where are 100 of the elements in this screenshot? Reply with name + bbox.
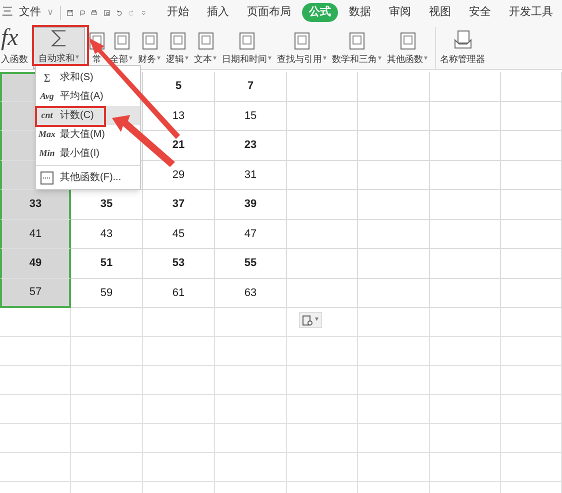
table-cell	[0, 366, 71, 395]
function-book-icon	[239, 32, 255, 50]
function-book-icon	[198, 32, 214, 50]
table-cell: 43	[71, 220, 143, 249]
menu-item[interactable]: 其他函数(F)...	[36, 168, 140, 187]
table-cell: 57	[0, 278, 71, 308]
table-cell	[501, 160, 562, 190]
menu-item[interactable]: ∑ 求和(S)	[36, 68, 140, 87]
table-cell	[430, 190, 501, 220]
table-cell	[358, 249, 430, 278]
function-book-icon	[142, 32, 158, 50]
menu-tab[interactable]: 数据	[342, 3, 378, 22]
menu-glyph[interactable]: 三	[2, 4, 13, 21]
table-cell	[358, 308, 430, 337]
table-cell: 47	[215, 220, 287, 249]
table-cell	[501, 453, 562, 482]
table-cell: 51	[71, 249, 143, 278]
function-book-icon	[170, 32, 186, 50]
table-cell	[215, 453, 287, 482]
table-cell	[430, 72, 501, 102]
table-cell	[287, 278, 358, 308]
table-cell: 63	[215, 278, 287, 308]
table-cell	[358, 278, 430, 308]
table-cell	[0, 337, 71, 366]
table-cell	[71, 424, 143, 453]
table-cell	[430, 220, 501, 249]
menu-item[interactable]: Avg 平均值(A)	[36, 87, 140, 106]
table-cell	[358, 131, 430, 160]
table-cell	[430, 424, 501, 453]
table-cell: 15	[215, 102, 287, 131]
table-cell	[287, 102, 358, 131]
table-cell: 37	[143, 190, 215, 220]
table-cell	[143, 453, 215, 482]
table-cell	[287, 131, 358, 160]
table-cell	[358, 72, 430, 102]
table-cell: 41	[0, 220, 71, 249]
ribbon-button[interactable]: 名称管理器	[435, 27, 486, 69]
table-cell	[287, 395, 358, 424]
table-cell	[0, 424, 71, 453]
table-cell	[71, 366, 143, 395]
menu-tab[interactable]: 页面布局	[240, 3, 298, 22]
menu-item[interactable]: Max 最大值(M)	[36, 125, 140, 144]
table-cell	[501, 249, 562, 278]
table-cell	[71, 395, 143, 424]
ribbon-button[interactable]: fx 入函数	[0, 27, 28, 69]
table-cell	[358, 366, 430, 395]
table-cell	[358, 424, 430, 453]
table-cell	[358, 190, 430, 220]
table-cell	[501, 72, 562, 102]
function-book-icon	[400, 32, 416, 50]
table-cell	[0, 308, 71, 337]
table-cell	[430, 160, 501, 190]
table-cell	[0, 395, 71, 424]
function-glyph: Avg	[40, 90, 54, 103]
table-cell: 45	[143, 220, 215, 249]
table-cell	[143, 395, 215, 424]
function-list-icon	[40, 170, 54, 184]
function-glyph: ∑	[44, 70, 50, 84]
table-cell	[501, 102, 562, 131]
table-cell: 23	[215, 131, 287, 160]
function-book-icon	[114, 32, 130, 50]
table-cell: 33	[0, 190, 71, 220]
table-cell	[501, 190, 562, 220]
table-cell	[501, 337, 562, 366]
table-cell	[358, 102, 430, 131]
table-cell	[71, 453, 143, 482]
menu-item[interactable]: Min 最小值(I)	[36, 144, 140, 163]
table-cell	[501, 395, 562, 424]
table-cell	[501, 131, 562, 160]
file-menu[interactable]: 文件	[19, 4, 41, 21]
table-cell	[358, 453, 430, 482]
table-cell	[287, 249, 358, 278]
table-cell	[287, 366, 358, 395]
menu-tab[interactable]: 审阅	[382, 3, 418, 22]
table-cell	[287, 220, 358, 249]
tray-icon	[452, 30, 472, 50]
table-cell	[287, 160, 358, 190]
menu-tab[interactable]: 插入	[200, 3, 236, 22]
table-cell	[143, 366, 215, 395]
menu-tab[interactable]: 视图	[422, 3, 458, 22]
table-cell	[0, 453, 71, 482]
table-cell	[501, 278, 562, 308]
table-cell: 61	[143, 278, 215, 308]
function-book-icon	[294, 32, 310, 50]
menu-tab[interactable]: 开发工具	[502, 3, 560, 22]
table-cell	[358, 337, 430, 366]
highlight-frame	[35, 106, 106, 127]
table-cell	[358, 395, 430, 424]
table-cell	[501, 424, 562, 453]
table-cell	[287, 453, 358, 482]
table-cell: 55	[215, 249, 287, 278]
table-cell: 49	[0, 249, 71, 278]
menu-tab[interactable]: 安全	[462, 3, 498, 22]
table-cell	[430, 366, 501, 395]
menu-tab[interactable]: 开始	[160, 3, 196, 22]
fx-icon: fx	[1, 26, 18, 50]
table-cell	[143, 308, 215, 337]
table-cell	[501, 220, 562, 249]
table-cell	[215, 308, 287, 337]
table-cell: 7	[215, 72, 287, 102]
